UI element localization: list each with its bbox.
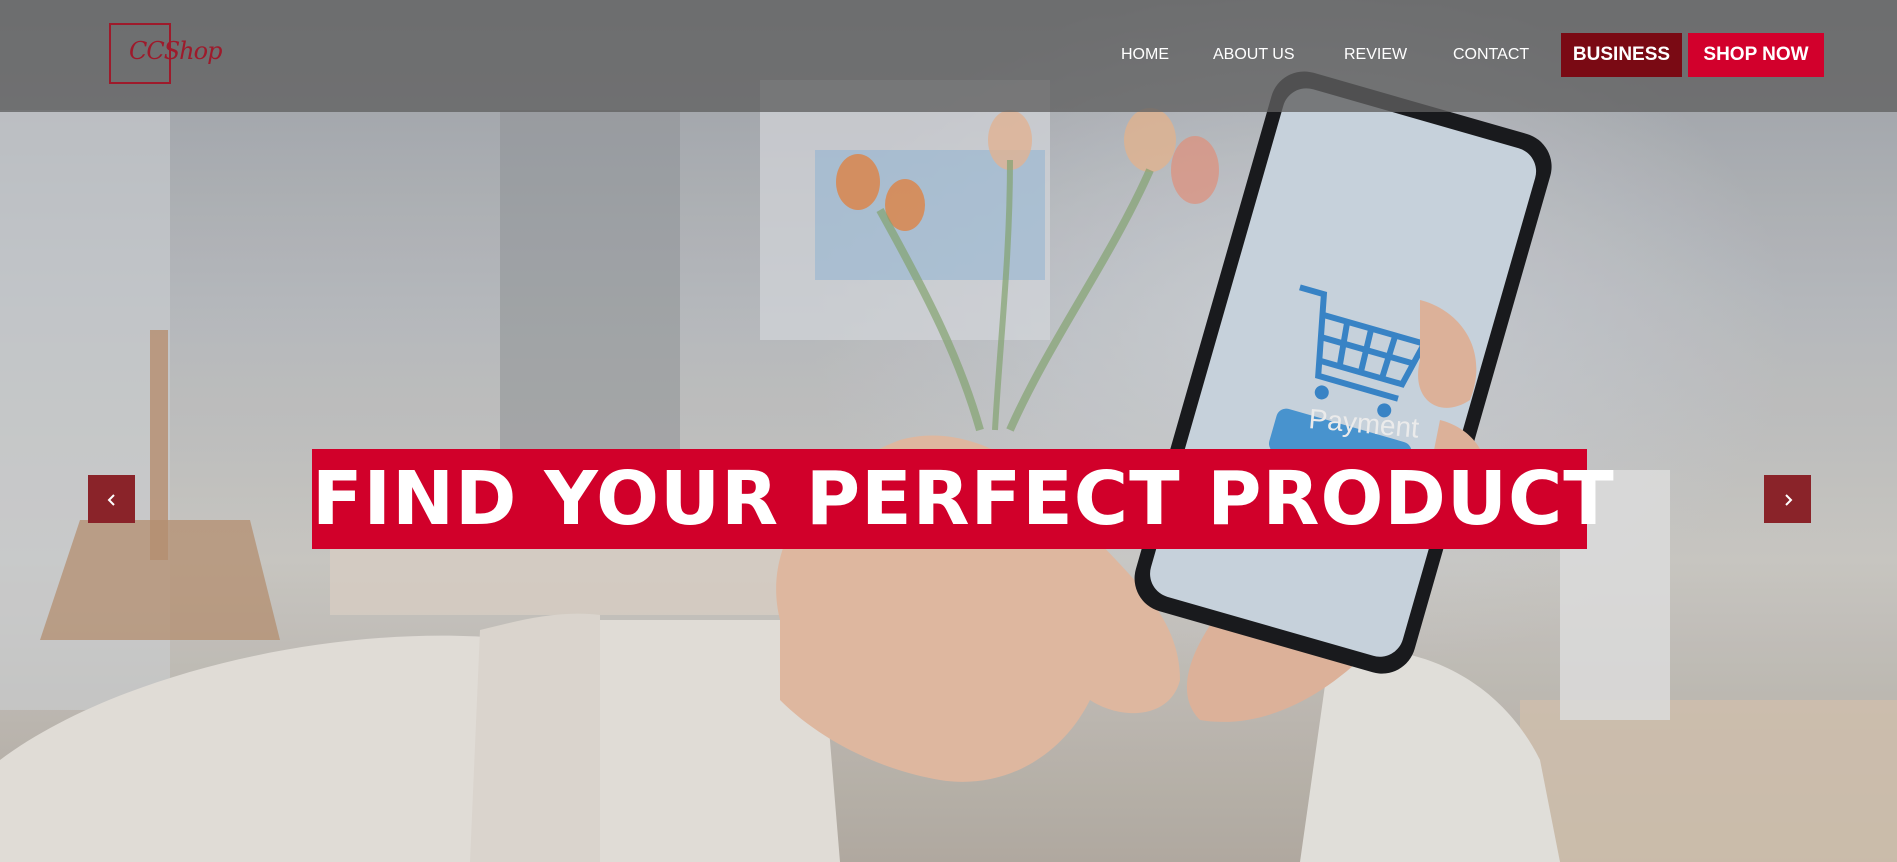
carousel-prev-button[interactable] (88, 475, 135, 523)
logo[interactable]: CCShop (129, 37, 222, 65)
nav-home[interactable]: HOME (1121, 33, 1169, 77)
nav-review[interactable]: REVIEW (1344, 33, 1407, 77)
chevron-right-icon (1784, 494, 1792, 506)
chevron-left-icon (107, 494, 115, 506)
shop-now-button[interactable]: SHOP NOW (1688, 33, 1824, 77)
hero-banner: Payment (0, 0, 1897, 862)
nav-about-us[interactable]: ABOUT US (1213, 33, 1295, 77)
nav-contact[interactable]: CONTACT (1453, 33, 1529, 77)
site-header: CCShop HOME ABOUT US REVIEW CONTACT BUSI… (0, 0, 1897, 112)
hero-headline: FIND YOUR PERFECT PRODUCT (312, 449, 1614, 549)
business-button[interactable]: BUSINESS (1561, 33, 1682, 77)
carousel-next-button[interactable] (1764, 475, 1811, 523)
